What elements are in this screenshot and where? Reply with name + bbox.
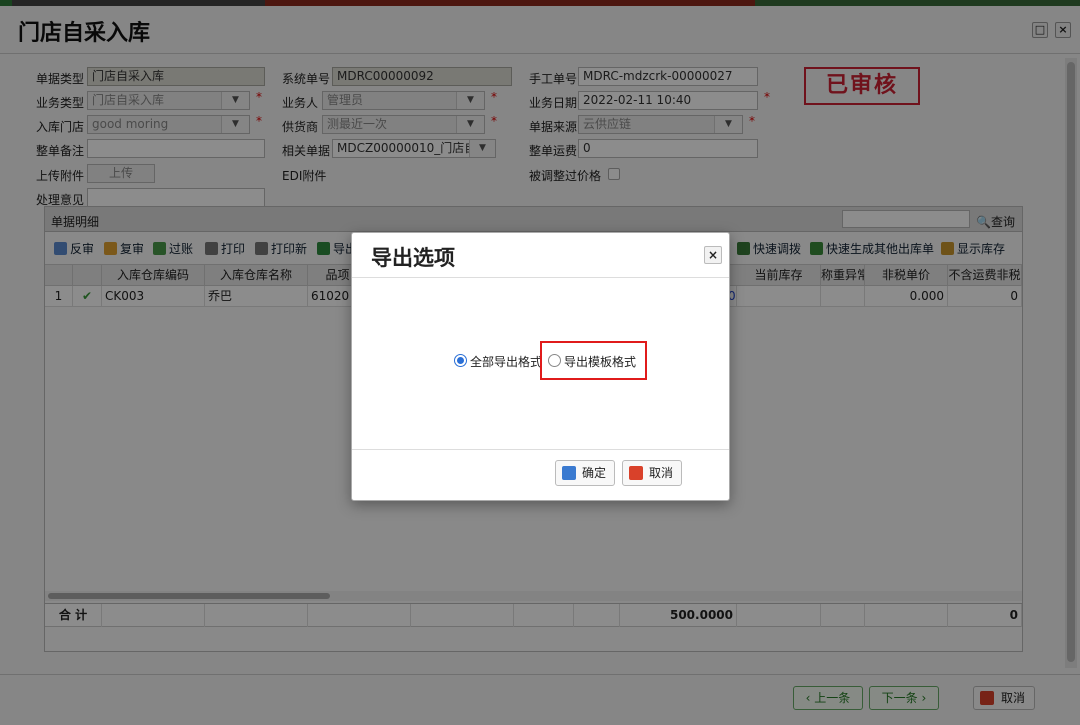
- ok-button[interactable]: 确定: [555, 460, 616, 486]
- highlight-box: [540, 341, 647, 380]
- close-icon[interactable]: ×: [704, 246, 722, 264]
- export-all-label[interactable]: 全部导出格式: [470, 353, 542, 370]
- radio-export-all[interactable]: [454, 354, 467, 367]
- export-options-dialog: 导出选项 × 全部导出格式 导出模板格式 确定 取消: [351, 232, 730, 501]
- save-icon: [562, 466, 576, 480]
- dialog-cancel-button[interactable]: 取消: [622, 460, 683, 486]
- cancel-icon: [629, 466, 643, 480]
- dialog-title: 导出选项: [371, 246, 455, 270]
